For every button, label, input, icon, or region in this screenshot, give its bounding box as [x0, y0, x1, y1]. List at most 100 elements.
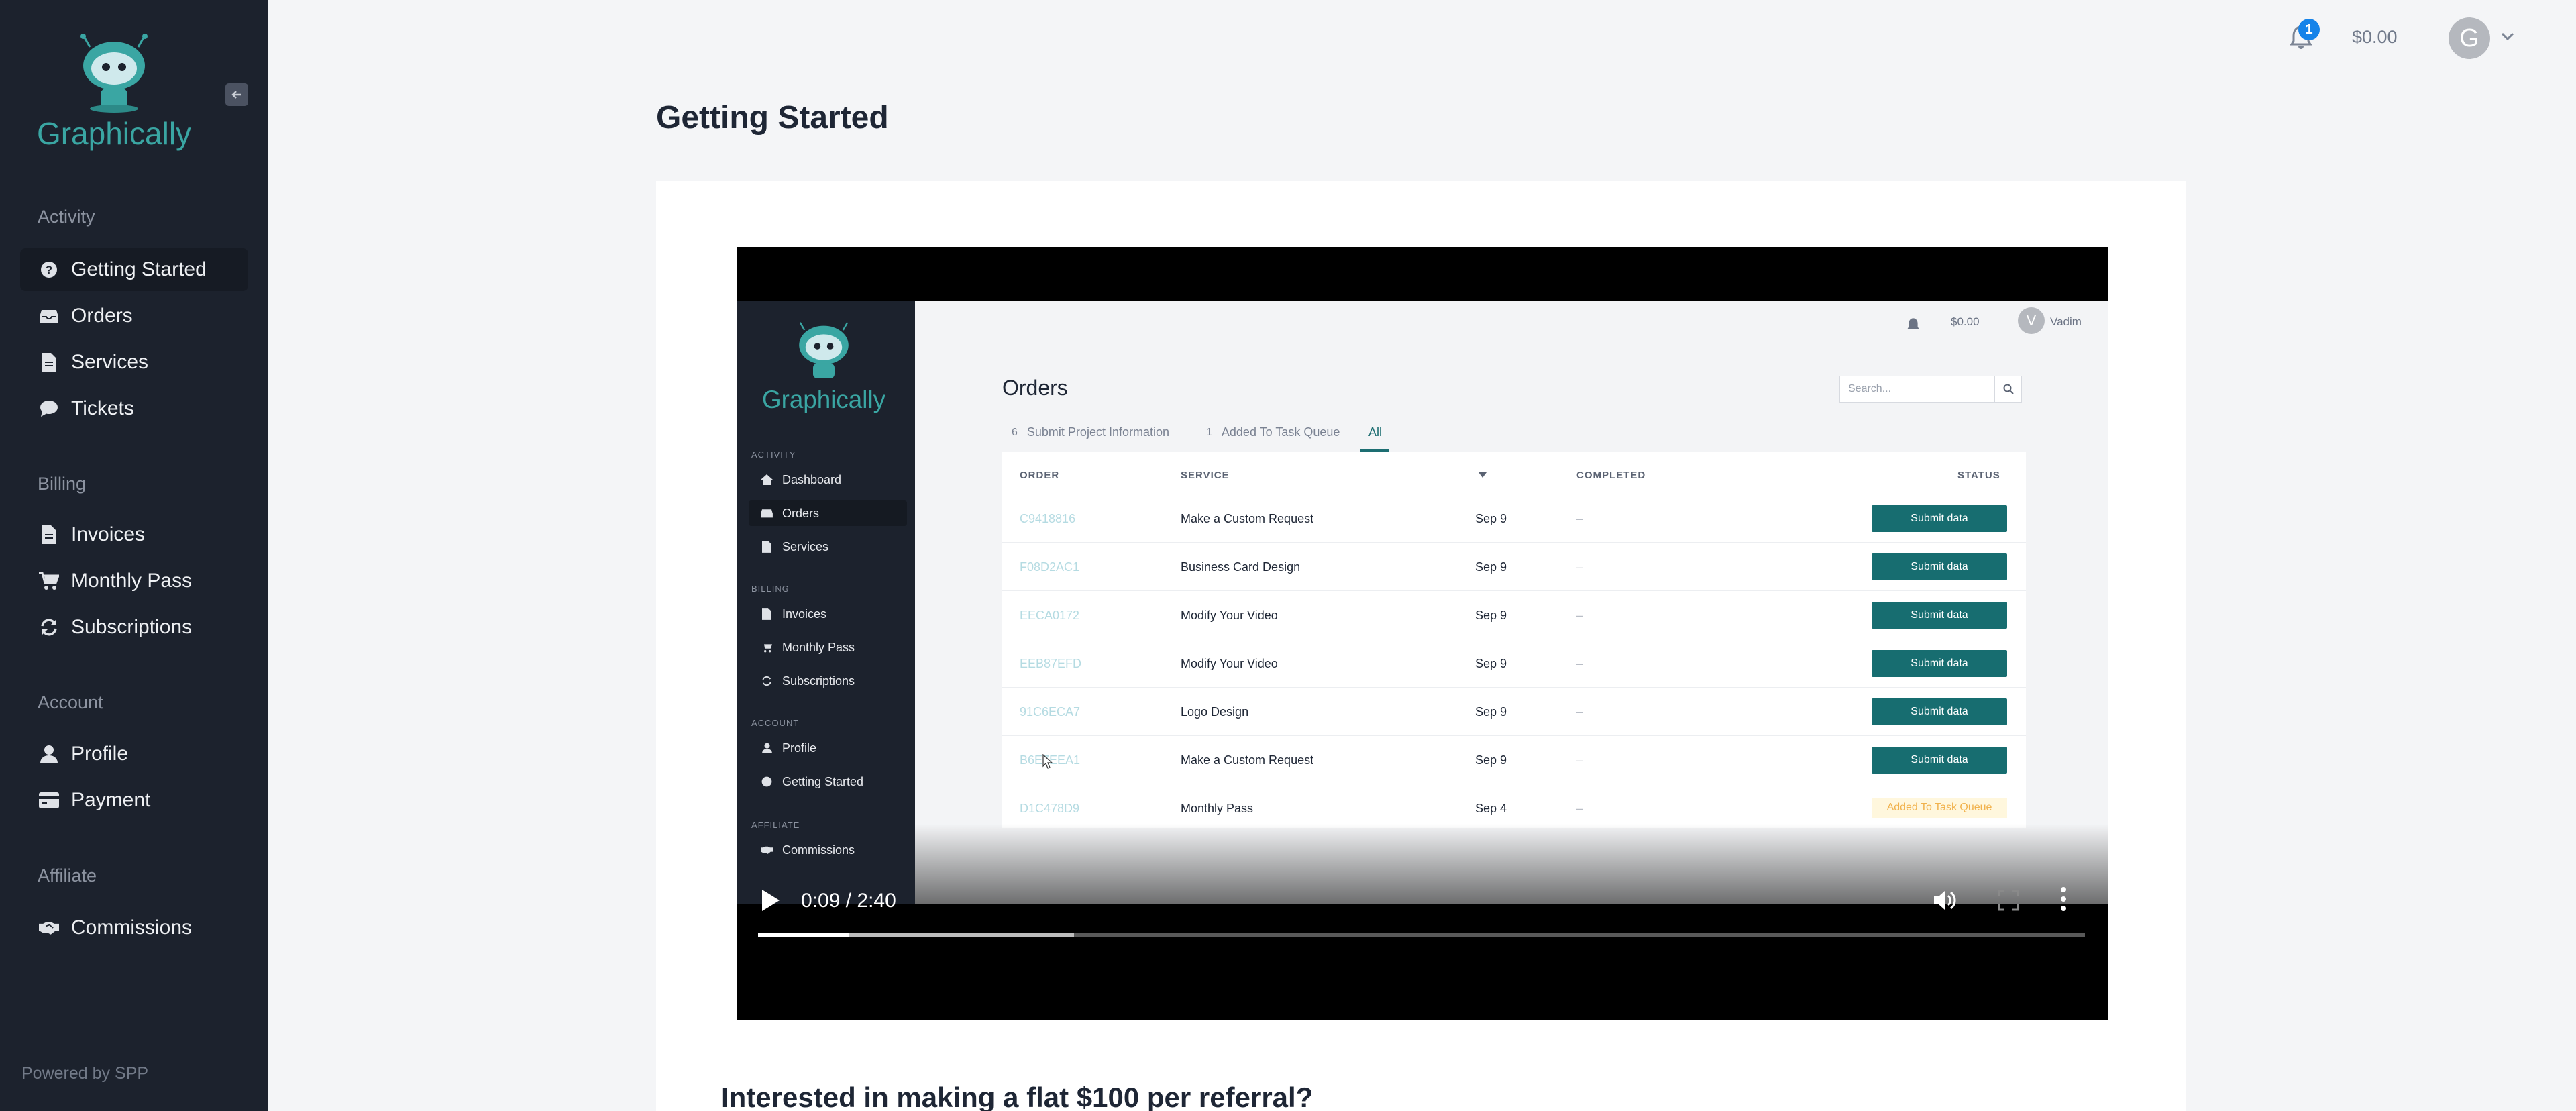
nav-section-billing: Billing — [38, 474, 87, 494]
play-icon[interactable] — [761, 888, 781, 912]
sidebar-item-label: Orders — [71, 305, 133, 327]
powered-by[interactable]: Powered by SPP — [21, 1064, 148, 1083]
video-frame: Graphically ACTIVITY Dashboard Orders Se… — [737, 301, 2108, 958]
sidebar-item-subscriptions[interactable]: Subscriptions — [20, 606, 248, 649]
video-tab-active: All — [1368, 425, 1383, 439]
video-page-title: Orders — [1002, 376, 1068, 400]
column-header: COMPLETED — [1576, 470, 1646, 481]
nav-section-affiliate: Affiliate — [38, 865, 97, 886]
submit-data-button: Submit data — [1872, 698, 2007, 725]
video-nav-item: Profile — [749, 735, 907, 761]
refresh-icon — [761, 675, 773, 687]
sidebar-item-payment[interactable]: Payment — [20, 779, 248, 822]
table-row: F08D2AC1 Business Card Design Sep 9– Submit… — [1002, 542, 2026, 590]
video-tab: 1 Added To Task Queue — [1206, 425, 1340, 439]
home-icon — [761, 474, 773, 486]
table-row: B6E7EEA1 Make a Custom Request Sep 9– Submi… — [1002, 735, 2026, 784]
video-nav-section: AFFILIATE — [751, 820, 800, 830]
tutorial-video[interactable]: Graphically ACTIVITY Dashboard Orders Se… — [737, 247, 2108, 1020]
sidebar-item-services[interactable]: Services — [20, 341, 248, 384]
credit-card-icon — [39, 790, 59, 810]
video-progress-bar[interactable] — [758, 933, 2085, 937]
handshake-icon — [761, 844, 773, 856]
graphically-logo[interactable]: Graphically — [34, 27, 195, 161]
bell-icon — [1907, 318, 1919, 329]
sidebar: Graphically Activity ? Getting Started O… — [0, 0, 268, 1111]
sidebar-item-label: Tickets — [71, 397, 134, 419]
submit-data-button: Submit data — [1872, 602, 2007, 629]
sidebar-item-label: Payment — [71, 789, 151, 811]
arrow-left-icon — [231, 91, 241, 99]
user-icon — [761, 742, 773, 754]
inbox-icon — [39, 306, 59, 326]
video-nav-section: BILLING — [751, 584, 790, 594]
video-nav-item: Monthly Pass — [749, 635, 907, 660]
mouse-cursor-icon — [1042, 754, 1053, 769]
sort-caret-icon — [1479, 472, 1487, 478]
sidebar-item-label: Getting Started — [71, 258, 207, 280]
video-search: Search... — [1839, 376, 2022, 403]
volume-icon[interactable] — [1932, 888, 1956, 912]
submit-data-button: Submit data — [1872, 505, 2007, 532]
column-header: ORDER — [1020, 470, 1060, 481]
svg-text:Graphically: Graphically — [762, 386, 886, 413]
file-icon — [39, 352, 59, 372]
sidebar-item-label: Commissions — [71, 916, 193, 939]
file-icon — [761, 541, 773, 553]
question-circle-icon — [761, 776, 773, 788]
chevron-down-icon[interactable] — [2500, 28, 2516, 44]
account-balance: $0.00 — [2352, 27, 2398, 47]
column-header: STATUS — [1957, 470, 2000, 481]
page-title: Getting Started — [656, 100, 889, 136]
status-badge: Added To Task Queue — [1872, 798, 2007, 818]
sidebar-item-invoices[interactable]: Invoices — [20, 513, 248, 556]
video-balance: $0.00 — [1951, 315, 1980, 328]
video-orders-table: ORDER SERVICE COMPLETED STATUS C9418816 M… — [1002, 452, 2026, 828]
fullscreen-icon[interactable] — [1998, 890, 2019, 911]
video-time: 0:09 / 2:40 — [801, 890, 896, 912]
file-icon — [39, 525, 59, 545]
referral-heading: Interested in making a flat $100 per ref… — [721, 1081, 1313, 1111]
video-controls-gradient — [915, 824, 2108, 958]
sidebar-item-commissions[interactable]: Commissions — [20, 906, 248, 949]
nav-section-account: Account — [38, 692, 103, 712]
question-circle-icon: ? — [39, 260, 59, 280]
comment-icon — [39, 399, 59, 419]
file-icon — [761, 608, 773, 620]
video-progress-fill — [758, 933, 849, 937]
graphically-logo: Graphically — [762, 322, 886, 413]
video-nav-item: Subscriptions — [749, 668, 907, 694]
sidebar-item-label: Services — [71, 351, 149, 373]
video-username: Vadim — [2050, 315, 2082, 328]
table-row: EECA0172 Modify Your Video Sep 9– Submit da… — [1002, 590, 2026, 639]
video-nav-item: Dashboard — [749, 467, 907, 492]
collapse-sidebar-button[interactable] — [225, 83, 248, 106]
sidebar-item-label: Profile — [71, 743, 129, 765]
video-nav-item: Services — [749, 534, 907, 560]
sidebar-item-profile[interactable]: Profile — [20, 733, 248, 776]
cart-icon — [39, 571, 59, 591]
sidebar-item-getting-started[interactable]: ? Getting Started — [20, 248, 248, 291]
submit-data-button: Submit data — [1872, 553, 2007, 580]
nav-section-activity: Activity — [38, 207, 95, 227]
avatar: V — [2018, 307, 2045, 334]
search-icon — [1994, 376, 2021, 402]
sidebar-item-orders[interactable]: Orders — [20, 295, 248, 337]
user-icon — [39, 744, 59, 764]
video-nav-section: ACCOUNT — [751, 718, 800, 728]
sidebar-item-monthly-pass[interactable]: Monthly Pass — [20, 560, 248, 602]
table-row: C9418816 Make a Custom Request Sep 9– Submi… — [1002, 494, 2026, 542]
active-tab-indicator — [1360, 449, 1389, 452]
refresh-icon — [39, 617, 59, 637]
sidebar-item-tickets[interactable]: Tickets — [20, 387, 248, 430]
cart-icon — [761, 641, 773, 653]
more-options-icon[interactable] — [2059, 886, 2068, 912]
video-nav-item: Getting Started — [749, 769, 907, 794]
video-nav-item: Commissions — [749, 837, 907, 863]
avatar[interactable]: G — [2449, 17, 2490, 59]
video-tab: 6 Submit Project Information — [1012, 425, 1169, 439]
table-row: 91C6ECA7 Logo Design Sep 9– Submit data — [1002, 687, 2026, 735]
sidebar-item-label: Subscriptions — [71, 616, 193, 638]
svg-text:Graphically: Graphically — [37, 116, 191, 151]
submit-data-button: Submit data — [1872, 747, 2007, 774]
